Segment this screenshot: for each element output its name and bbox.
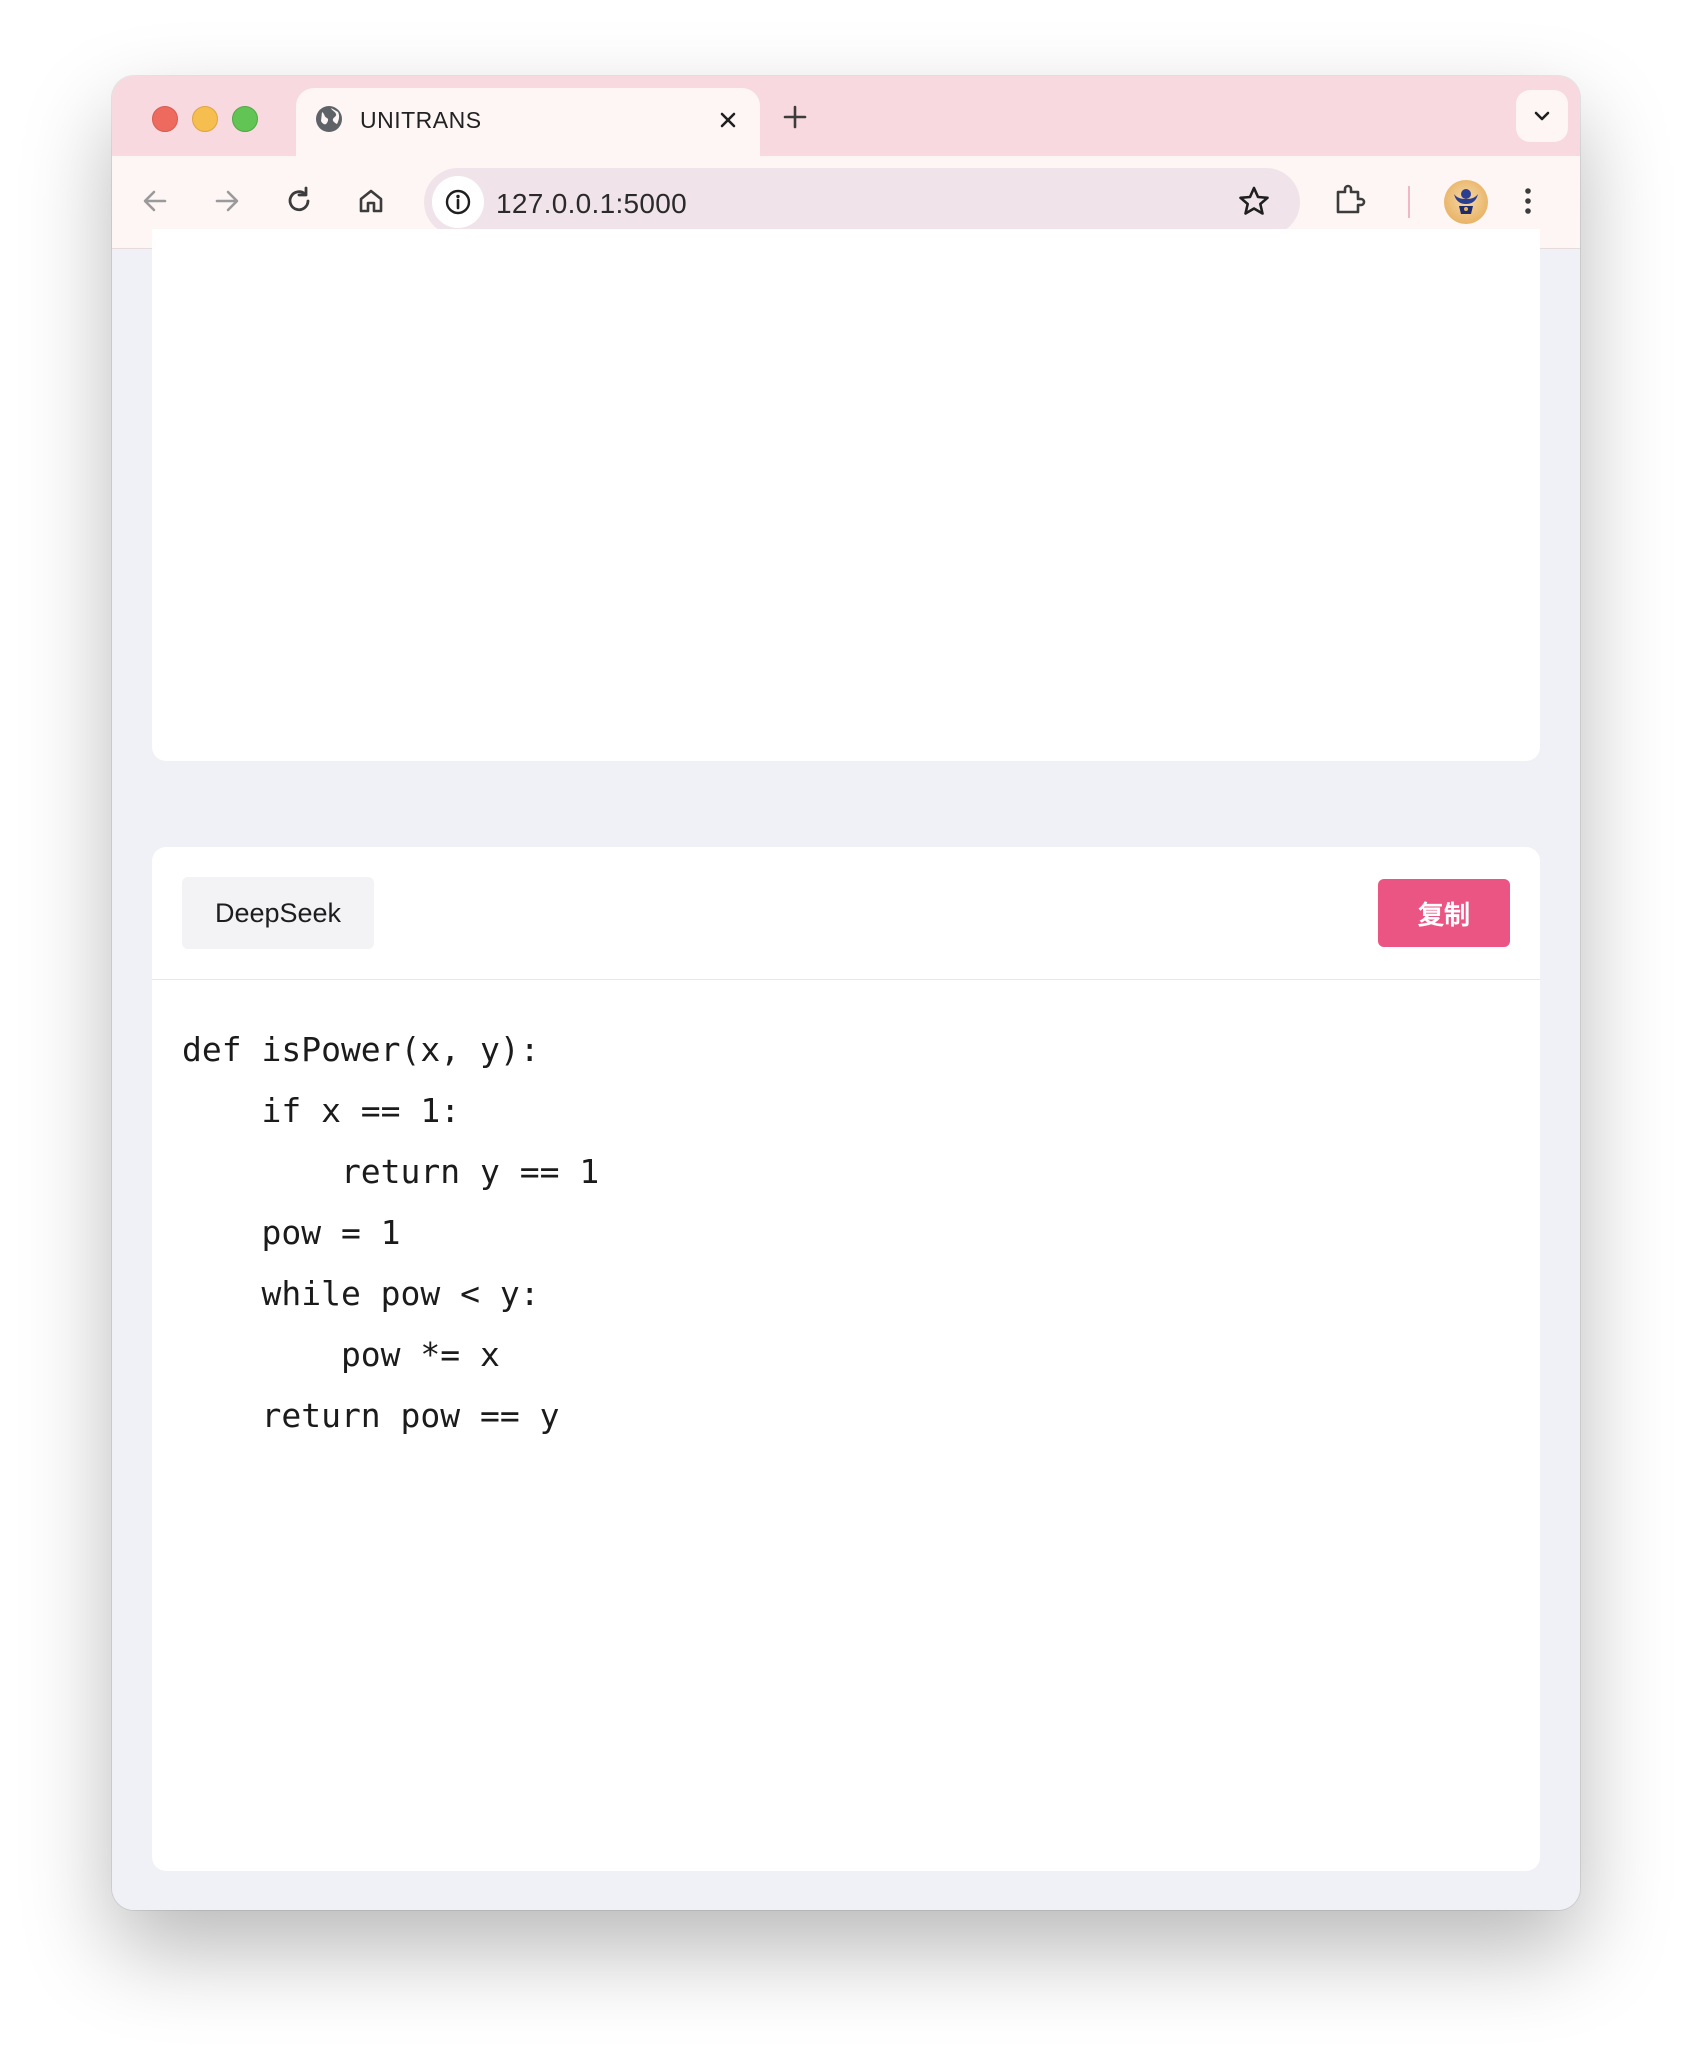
code-line: return pow == y xyxy=(182,1396,560,1435)
tab-search-button[interactable] xyxy=(1516,90,1568,142)
code-line: if x == 1: xyxy=(182,1091,461,1130)
model-label: DeepSeek xyxy=(182,877,374,949)
chevron-down-icon xyxy=(1534,111,1550,121)
input-card xyxy=(152,229,1540,761)
copy-button[interactable]: 复制 xyxy=(1378,879,1510,947)
toolbar-divider xyxy=(1408,186,1410,218)
plus-icon[interactable] xyxy=(778,100,812,134)
minimize-window-button[interactable] xyxy=(192,106,218,132)
extensions-icon[interactable] xyxy=(1330,180,1370,220)
tab-bar: UNITRANS xyxy=(112,76,1580,156)
result-card: DeepSeek 复制 def isPower(x, y): if x == 1… xyxy=(152,847,1540,1871)
page-content: DeepSeek 复制 def isPower(x, y): if x == 1… xyxy=(112,229,1580,1910)
address-bar[interactable]: 127.0.0.1:5000 xyxy=(424,168,1300,236)
maximize-window-button[interactable] xyxy=(232,106,258,132)
info-icon[interactable] xyxy=(432,176,484,228)
more-vert-icon[interactable] xyxy=(1510,183,1546,219)
code-line: def isPower(x, y): xyxy=(182,1030,540,1069)
result-card-header: DeepSeek 复制 xyxy=(152,847,1540,980)
reload-icon[interactable] xyxy=(280,182,318,220)
code-line: pow = 1 xyxy=(182,1213,401,1252)
close-icon[interactable] xyxy=(714,106,742,134)
code-line: while pow < y: xyxy=(182,1274,540,1313)
profile-emblem-icon xyxy=(1454,189,1478,214)
globe-icon xyxy=(314,104,344,134)
close-window-button[interactable] xyxy=(152,106,178,132)
code-line: return y == 1 xyxy=(182,1152,600,1191)
home-icon[interactable] xyxy=(352,182,390,220)
star-icon[interactable] xyxy=(1234,182,1274,222)
code-line: pow *= x xyxy=(182,1335,500,1374)
back-arrow-icon[interactable] xyxy=(136,182,174,220)
browser-tab[interactable]: UNITRANS xyxy=(296,88,760,156)
forward-arrow-icon[interactable] xyxy=(208,182,246,220)
code-output: def isPower(x, y): if x == 1: return y =… xyxy=(182,1019,599,1446)
browser-window: UNITRANS 127.0.0.1:5000 DeepSeek 复制 def … xyxy=(112,76,1580,1910)
avatar[interactable] xyxy=(1444,180,1488,224)
url-text[interactable]: 127.0.0.1:5000 xyxy=(496,188,687,220)
tab-title: UNITRANS xyxy=(360,107,482,133)
